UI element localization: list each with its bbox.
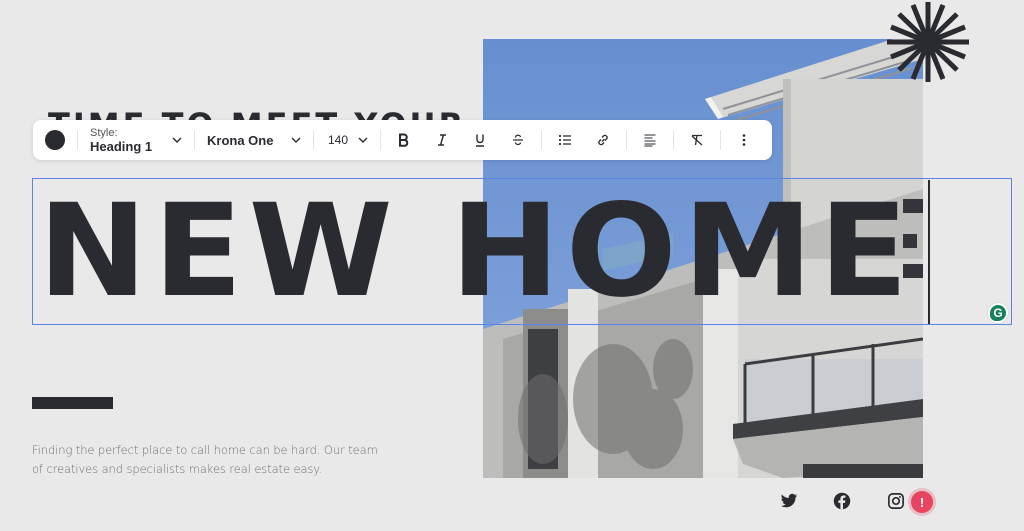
bold-icon [399, 133, 409, 147]
main-heading[interactable]: NEW HOME [38, 182, 914, 322]
twitter-icon [780, 493, 798, 508]
italic-button[interactable] [426, 126, 458, 154]
instagram-icon [888, 493, 904, 509]
align-left-icon [644, 134, 656, 147]
bulleted-list-button[interactable] [549, 126, 581, 154]
clear-format-icon [691, 134, 703, 146]
align-button[interactable] [634, 126, 666, 154]
underline-button[interactable] [464, 126, 496, 154]
more-vertical-icon [742, 134, 746, 146]
toolbar-divider [194, 130, 195, 150]
underline-icon [476, 134, 484, 147]
toolbar-divider [380, 130, 381, 150]
toolbar-divider [720, 130, 721, 150]
accent-divider-bar [32, 397, 113, 409]
link-button[interactable] [587, 126, 619, 154]
strikethrough-button[interactable] [502, 126, 534, 154]
grammarly-icon: G [990, 305, 1006, 321]
tagline-text[interactable]: Finding the perfect place to call home c… [32, 441, 382, 479]
instagram-link[interactable] [885, 490, 907, 512]
toolbar-divider [626, 130, 627, 150]
page-canvas: TIME TO MEET YOUR NEW HOME G Style: Head… [0, 0, 1024, 531]
text-cursor [928, 180, 930, 324]
font-size-dropdown[interactable]: 140 [326, 133, 368, 147]
twitter-link[interactable] [778, 490, 800, 512]
facebook-link[interactable] [831, 490, 853, 512]
chevron-down-icon [172, 137, 182, 143]
bold-button[interactable] [388, 126, 420, 154]
font-size-value: 140 [328, 133, 349, 147]
list-icon [558, 134, 571, 146]
toolbar-divider [77, 130, 78, 150]
toolbar-divider [313, 130, 314, 150]
alert-badge-icon[interactable]: ! [911, 491, 933, 513]
toolbar-divider [541, 130, 542, 150]
text-color-picker[interactable] [45, 130, 65, 150]
link-icon [598, 134, 608, 146]
italic-icon [438, 134, 446, 146]
grammarly-button[interactable]: G [988, 303, 1008, 323]
facebook-icon [833, 492, 851, 510]
more-options-button[interactable] [728, 126, 760, 154]
style-label: Style: [90, 126, 118, 139]
chevron-down-icon [358, 137, 368, 143]
clear-format-button[interactable] [681, 126, 713, 154]
strikethrough-icon [513, 134, 523, 146]
toolbar-divider [673, 130, 674, 150]
style-dropdown[interactable]: Style: Heading 1 [90, 126, 182, 154]
starburst-decoration-icon [887, 2, 969, 82]
text-format-toolbar: Style: Heading 1 Krona One 140 [33, 120, 772, 160]
font-dropdown[interactable]: Krona One [207, 133, 301, 148]
chevron-down-icon [291, 137, 301, 143]
style-value: Heading 1 [90, 138, 153, 154]
font-value: Krona One [207, 132, 274, 148]
